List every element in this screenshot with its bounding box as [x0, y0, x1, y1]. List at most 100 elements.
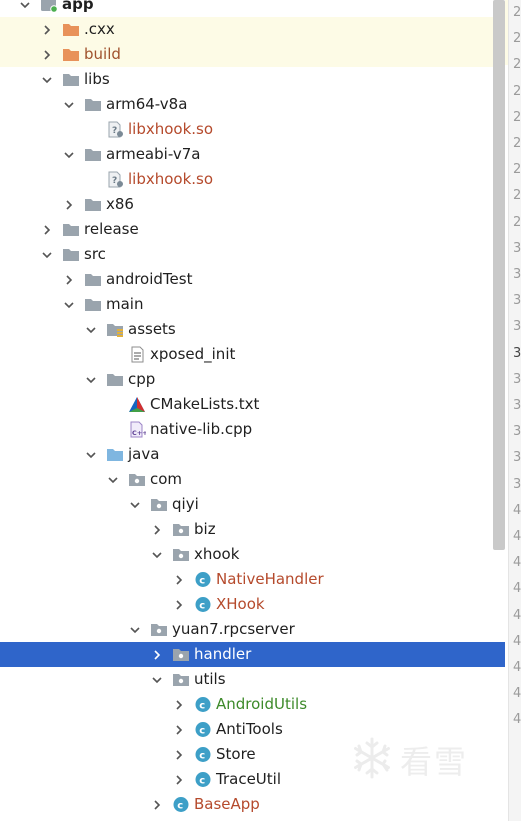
chevron-right-icon[interactable]	[150, 792, 164, 817]
tree-item-label: .cxx	[84, 20, 115, 38]
tree-item-label: handler	[194, 645, 252, 663]
chevron-right-icon[interactable]	[172, 717, 186, 742]
chevron-right-icon[interactable]	[172, 692, 186, 717]
tree-row-x86[interactable]: x86	[0, 192, 505, 217]
tree-row-yuan7-rpcserver[interactable]: yuan7.rpcserver	[0, 617, 505, 642]
tree-row-handler[interactable]: handler	[0, 642, 505, 667]
tree-row-assets[interactable]: assets	[0, 317, 505, 342]
folder-gray-icon	[84, 146, 102, 163]
tree-row-xhook[interactable]: c XHook	[0, 592, 505, 617]
line-number: 2	[513, 214, 521, 230]
svg-text:c: c	[199, 601, 205, 612]
project-tree[interactable]: app .cxx build libs arm64-v8a? libxhook.so arm…	[0, 0, 505, 817]
chevron-right-icon[interactable]	[62, 267, 76, 292]
tree-row-libxhook-so[interactable]: ? libxhook.so	[0, 117, 505, 142]
chevron-down-icon[interactable]	[40, 67, 54, 92]
chevron-down-icon[interactable]	[84, 317, 98, 342]
folder-assets-icon	[106, 321, 124, 338]
tree-row-libxhook-so[interactable]: ? libxhook.so	[0, 167, 505, 192]
svg-text:c: c	[199, 701, 205, 712]
chevron-down-icon[interactable]	[62, 292, 76, 317]
line-number: 4	[513, 502, 521, 518]
tree-item-label: com	[150, 470, 183, 488]
svg-text:C++: C++	[132, 429, 146, 437]
tree-item-label: release	[84, 220, 139, 238]
chevron-right-icon[interactable]	[172, 592, 186, 617]
module-icon	[40, 0, 58, 13]
svg-text:c: c	[177, 801, 183, 812]
chevron-right-icon[interactable]	[172, 742, 186, 767]
tree-row-src[interactable]: src	[0, 242, 505, 267]
line-number: 2	[513, 136, 521, 151]
chevron-right-icon[interactable]	[40, 17, 54, 42]
tree-item-label: TraceUtil	[216, 770, 281, 788]
chevron-right-icon[interactable]	[150, 517, 164, 542]
chevron-down-icon[interactable]	[84, 367, 98, 392]
chevron-down-icon[interactable]	[40, 242, 54, 267]
snowflake-logo-icon	[350, 736, 394, 784]
tree-item-label: utils	[194, 670, 226, 688]
line-number: 3	[513, 450, 521, 466]
tree-row-nativehandler[interactable]: c NativeHandler	[0, 567, 505, 592]
tree-row-com[interactable]: com	[0, 467, 505, 492]
chevron-right-icon[interactable]	[150, 642, 164, 667]
chevron-down-icon[interactable]	[106, 467, 120, 492]
chevron-down-icon[interactable]	[150, 542, 164, 567]
tree-row-libs[interactable]: libs	[0, 67, 505, 92]
tree-row-main[interactable]: main	[0, 292, 505, 317]
chevron-down-icon[interactable]	[128, 492, 142, 517]
tree-item-label: CMakeLists.txt	[150, 395, 260, 413]
tree-row-biz[interactable]: biz	[0, 517, 505, 542]
chevron-right-icon[interactable]	[40, 217, 54, 242]
tree-row-cmakelists-txt[interactable]: CMakeLists.txt	[0, 392, 505, 417]
line-number: 3	[513, 476, 521, 492]
tree-item-label: src	[84, 245, 106, 263]
tree-row-app[interactable]: app	[0, 0, 505, 17]
chevron-down-icon[interactable]	[84, 442, 98, 467]
scrollbar-thumb[interactable]	[493, 0, 505, 550]
line-number: 4	[513, 607, 521, 623]
tree-row-androidutils[interactable]: c AndroidUtils	[0, 692, 505, 717]
tree-item-label: java	[128, 445, 160, 463]
class-icon: c	[194, 746, 212, 763]
tree-row-cpp[interactable]: cpp	[0, 367, 505, 392]
chevron-right-icon[interactable]	[40, 42, 54, 67]
tree-row-xposed-init[interactable]: xposed_init	[0, 342, 505, 367]
class-icon: c	[194, 696, 212, 713]
chevron-right-icon[interactable]	[62, 192, 76, 217]
tree-row--cxx[interactable]: .cxx	[0, 17, 505, 42]
chevron-down-icon[interactable]	[128, 617, 142, 642]
folder-gray-icon	[84, 96, 102, 113]
package-icon	[150, 496, 168, 513]
tree-item-label: androidTest	[106, 270, 193, 288]
tree-row-xhook[interactable]: xhook	[0, 542, 505, 567]
tree-row-utils[interactable]: utils	[0, 667, 505, 692]
line-number: 3	[513, 319, 521, 335]
chevron-down-icon[interactable]	[62, 142, 76, 167]
svg-text:c: c	[199, 751, 205, 762]
tree-row-java[interactable]: java	[0, 442, 505, 467]
chevron-down-icon[interactable]	[150, 667, 164, 692]
tree-item-label: qiyi	[172, 495, 199, 513]
tree-row-release[interactable]: release	[0, 217, 505, 242]
chevron-right-icon[interactable]	[172, 767, 186, 792]
chevron-down-icon[interactable]	[62, 92, 76, 117]
watermark: 看雪	[350, 736, 468, 784]
package-icon	[172, 546, 190, 563]
tree-row-build[interactable]: build	[0, 42, 505, 67]
tree-item-label: libs	[84, 70, 110, 88]
class-icon: c	[194, 596, 212, 613]
chevron-right-icon[interactable]	[172, 567, 186, 592]
chevron-down-icon[interactable]	[18, 0, 32, 17]
tree-row-native-lib-cpp[interactable]: C++ native-lib.cpp	[0, 417, 505, 442]
file-cpp-icon: C++	[128, 421, 146, 438]
tree-item-label: XHook	[216, 595, 265, 613]
tree-row-armeabi-v7a[interactable]: armeabi-v7a	[0, 142, 505, 167]
tree-row-arm64-v8a[interactable]: arm64-v8a	[0, 92, 505, 117]
tree-row-baseapp[interactable]: c BaseApp	[0, 792, 505, 817]
svg-text:?: ?	[112, 176, 117, 186]
tree-item-label: main	[106, 295, 144, 313]
tree-row-androidtest[interactable]: androidTest	[0, 267, 505, 292]
tree-row-qiyi[interactable]: qiyi	[0, 492, 505, 517]
tree-item-label: cpp	[128, 370, 156, 388]
